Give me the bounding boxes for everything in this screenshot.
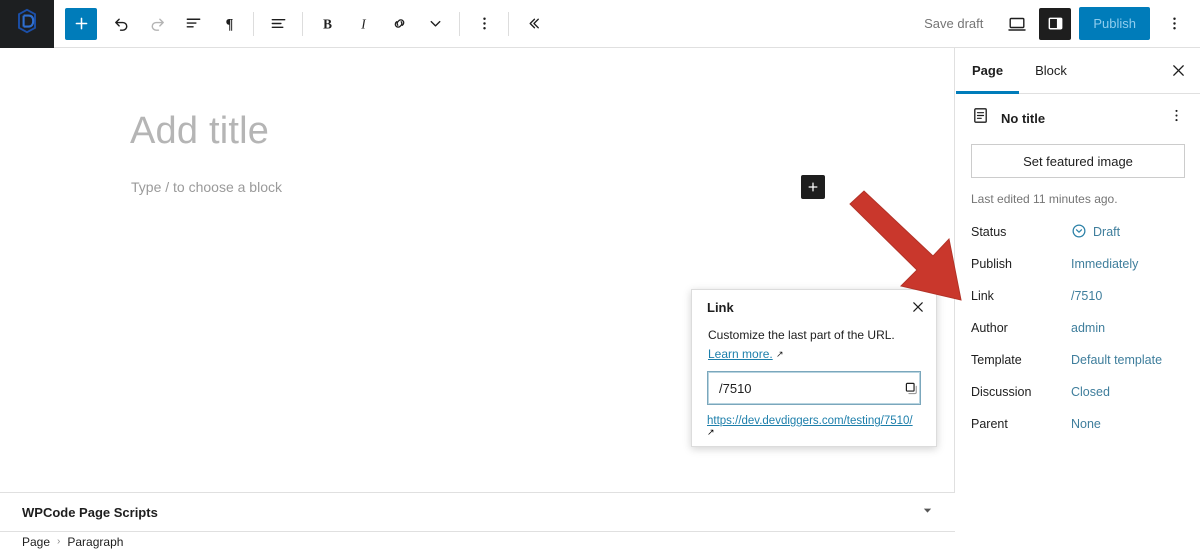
meta-label-status: Status [971,225,1007,239]
italic-button[interactable]: I [345,6,381,42]
toolbar-left-group: ¶ B I [54,6,551,42]
tab-block[interactable]: Block [1019,48,1083,93]
meta-label-publish: Publish [971,257,1012,271]
meta-value-template[interactable]: Default template [1071,353,1162,367]
permalink-preview: https://dev.devdiggers.com/testing/7510/… [692,405,936,439]
editor-top-toolbar: ¶ B I Save draft Publish [0,0,1200,48]
popover-description-text: Customize the last part of the URL. [708,328,895,342]
site-logo-button[interactable] [0,0,54,48]
canvas-add-block-button[interactable] [801,175,825,199]
meta-value-link[interactable]: /7510 [1071,289,1102,303]
popover-title: Link [707,299,734,315]
toolbar-divider [302,11,303,36]
document-actions-button[interactable] [1164,107,1188,129]
meta-row-template: Template Default template [971,344,1185,376]
chevron-down-icon[interactable] [417,6,453,42]
publish-button[interactable]: Publish [1079,7,1150,40]
block-options-button[interactable] [466,6,502,42]
post-title-input[interactable]: Add title [130,110,269,153]
popover-header: Link [692,290,936,324]
meta-row-discussion: Discussion Closed [971,376,1185,408]
tab-page[interactable]: Page [956,48,1020,94]
bold-button[interactable]: B [309,6,345,42]
meta-label-template: Template [971,353,1022,367]
add-block-button[interactable] [65,7,97,40]
settings-sidebar-icon[interactable] [1039,7,1072,40]
external-link-icon: ↗ [776,348,784,359]
toolbar-right-group: Save draft Publish [912,6,1200,42]
link-button[interactable] [381,6,417,42]
breadcrumb-item-paragraph[interactable]: Paragraph [67,535,123,549]
meta-value-publish[interactable]: Immediately [1071,257,1138,271]
meta-value-status[interactable]: Draft [1071,223,1120,242]
toolbar-divider [253,11,254,36]
status-draft-icon [1071,223,1087,242]
toolbar-divider [508,11,509,36]
meta-label-parent: Parent [971,417,1008,431]
meta-row-publish: Publish Immediately [971,248,1185,280]
page-meta-list: Status Draft Publish Immediately Link /7… [956,216,1200,440]
external-link-icon: ↗ [707,427,715,438]
status-value-label: Draft [1093,225,1121,239]
meta-label-author: Author [971,321,1008,335]
document-summary-row[interactable]: No title [956,94,1200,142]
undo-button[interactable] [103,6,139,42]
last-edited-text: Last edited 11 minutes ago. [971,192,1118,206]
set-featured-image-button[interactable]: Set featured image [971,144,1185,178]
breadcrumb: Page › Paragraph [0,532,955,551]
list-view-icon[interactable] [175,6,211,42]
meta-label-link: Link [971,289,994,303]
close-icon[interactable] [904,293,932,321]
permalink-slug-input[interactable] [708,380,903,396]
meta-label-discussion: Discussion [971,385,1032,399]
document-title: No title [1001,110,1046,126]
redo-button[interactable] [139,6,175,42]
svg-text:I: I [360,17,366,32]
copy-icon[interactable] [903,380,920,397]
editor-options-button[interactable] [1156,6,1192,42]
breadcrumb-item-page[interactable]: Page [22,535,50,549]
meta-row-status: Status Draft [971,216,1185,248]
meta-value-discussion[interactable]: Closed [1071,385,1110,399]
link-settings-popover: Link Customize the last part of the URL.… [691,289,937,447]
align-left-icon[interactable] [260,6,296,42]
save-draft-button[interactable]: Save draft [912,10,995,37]
close-icon[interactable] [1156,48,1200,93]
meta-row-link: Link /7510 [971,280,1185,312]
svg-text:B: B [323,17,332,32]
wpcode-panel-title: WPCode Page Scripts [22,504,158,520]
toolbar-divider [459,11,460,36]
collapse-toolbar-button[interactable] [515,6,551,42]
chevron-down-icon[interactable] [922,505,955,519]
wordpress-block-editor: ¶ B I Save draft Publish Add title Type … [0,0,1200,551]
paragraph-icon[interactable]: ¶ [211,6,247,42]
breadcrumb-separator: › [57,536,61,547]
wpcode-page-scripts-panel[interactable]: WPCode Page Scripts [0,492,955,532]
permalink-url-link[interactable]: https://dev.devdiggers.com/testing/7510/ [707,415,913,427]
popover-description: Customize the last part of the URL. Lear… [692,324,936,363]
paragraph-block-placeholder[interactable]: Type / to choose a block [131,179,282,195]
meta-value-author[interactable]: admin [1071,321,1105,335]
meta-value-parent[interactable]: None [1071,417,1101,431]
desktop-preview-icon[interactable] [999,6,1035,42]
settings-sidebar: Page Block No title Set featured image L… [956,48,1200,551]
permalink-input-wrapper [707,371,921,406]
devdiggers-logo-icon [14,7,40,40]
sidebar-tablist: Page Block [956,48,1200,94]
meta-row-parent: Parent None [971,408,1185,440]
meta-row-author: Author admin [971,312,1185,344]
learn-more-link[interactable]: Learn more. [708,347,773,361]
svg-text:¶: ¶ [225,17,233,33]
page-document-icon [971,106,990,130]
